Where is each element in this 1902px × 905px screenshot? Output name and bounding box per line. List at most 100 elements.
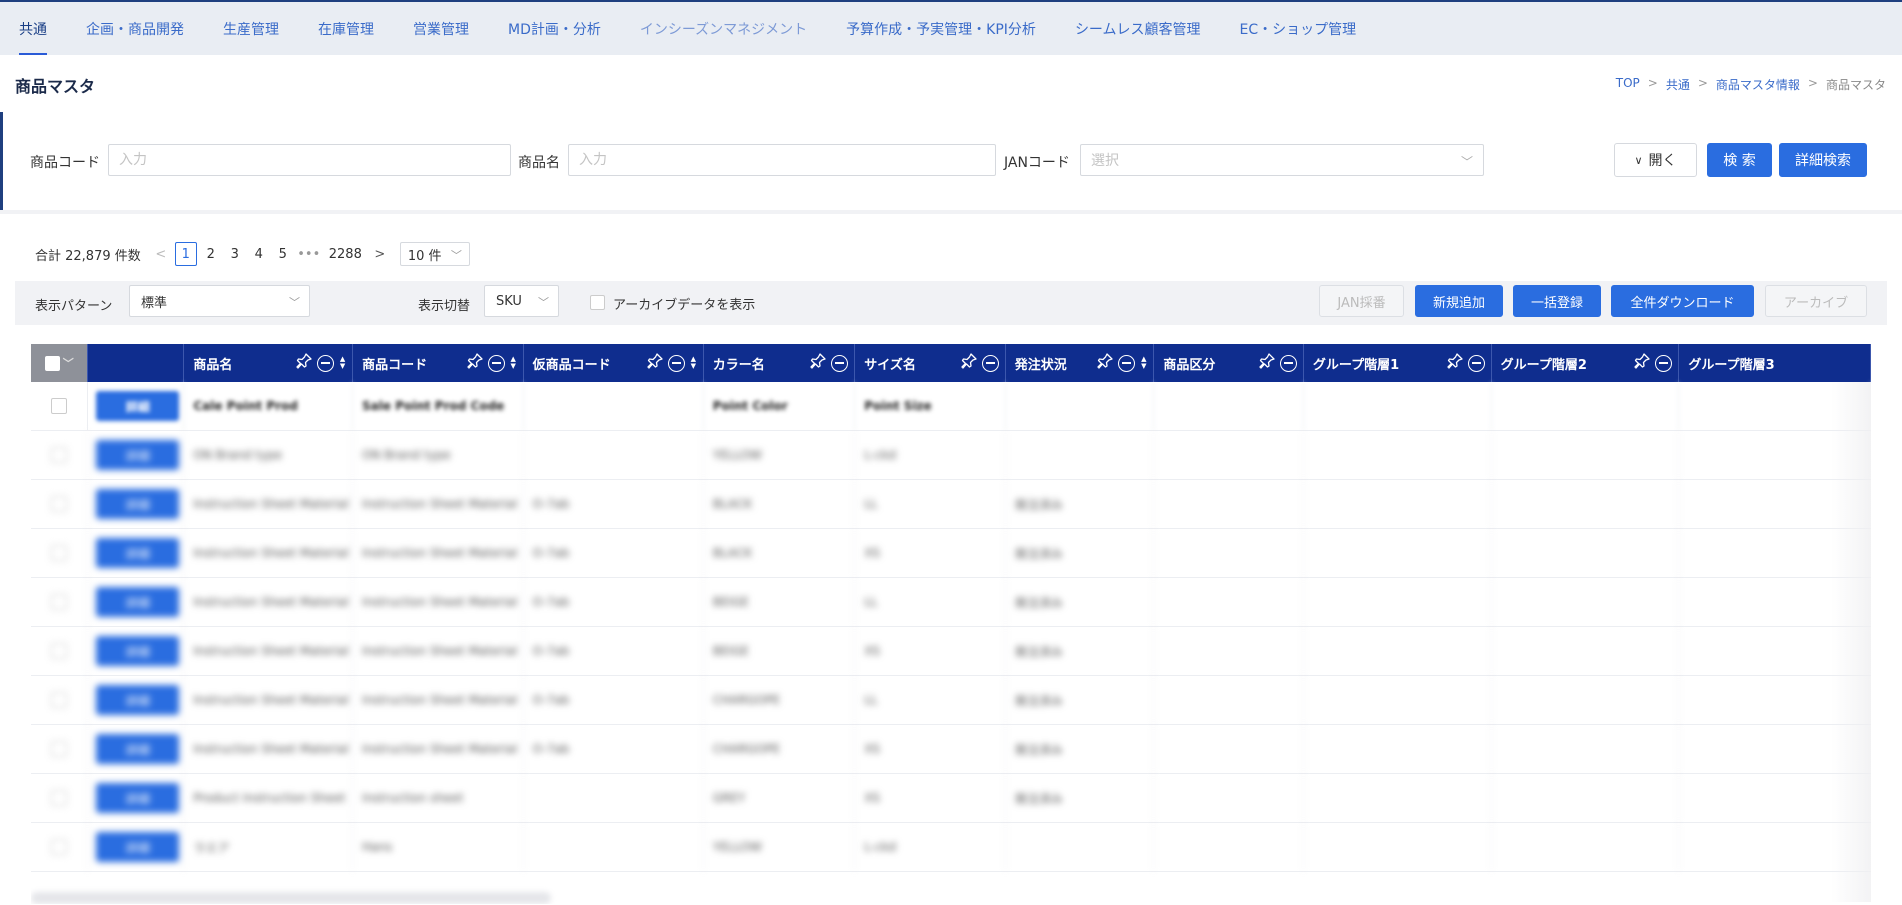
- page-5[interactable]: 5: [271, 242, 295, 266]
- row-checkbox[interactable]: [51, 643, 68, 659]
- column-header-2[interactable]: 仮商品コード ▲ ▼: [524, 344, 704, 382]
- nav-item-5[interactable]: MD計画・分析: [497, 2, 612, 55]
- table-row[interactable]: 詳細 Instruction Sheet Material Instruction …: [31, 529, 1871, 578]
- hide-column-icon[interactable]: [317, 354, 335, 372]
- nav-item-2[interactable]: 生産管理: [212, 2, 290, 55]
- table-row[interactable]: 詳細 ラエア Hans YELLOW L-ckd: [31, 823, 1871, 872]
- table-row[interactable]: 詳細 Instruction Sheet Material Instruction …: [31, 676, 1871, 725]
- nav-item-9[interactable]: EC・ショップ管理: [1229, 2, 1368, 55]
- row-checkbox[interactable]: [51, 398, 68, 414]
- download-all-button[interactable]: 全件ダウンロード: [1611, 285, 1754, 317]
- hide-column-icon[interactable]: [1655, 354, 1673, 372]
- page-4[interactable]: 4: [247, 242, 271, 266]
- new-add-button[interactable]: 新規追加: [1415, 285, 1503, 317]
- sort-icon[interactable]: ▲ ▼: [1140, 356, 1147, 370]
- pin-icon[interactable]: [647, 353, 663, 373]
- hide-column-icon[interactable]: [487, 354, 505, 372]
- row-checkbox[interactable]: [51, 790, 68, 806]
- table-row[interactable]: 詳細 Cale Point Prod Sale Point Prod Code Poi…: [31, 382, 1871, 431]
- product-name-input[interactable]: [568, 144, 996, 176]
- sort-icon[interactable]: ▲ ▼: [690, 356, 697, 370]
- nav-item-4[interactable]: 営業管理: [402, 2, 480, 55]
- search-button[interactable]: 検 索: [1707, 143, 1772, 177]
- hide-column-icon[interactable]: [667, 354, 685, 372]
- pin-icon[interactable]: [1259, 353, 1275, 373]
- row-detail-button[interactable]: 詳細: [96, 440, 180, 470]
- table-row[interactable]: 詳細 Instruction Sheet Material Instruction …: [31, 480, 1871, 529]
- row-checkbox[interactable]: [51, 839, 68, 855]
- row-detail-button[interactable]: 詳細: [96, 587, 180, 617]
- row-checkbox[interactable]: [51, 594, 68, 610]
- hide-column-icon[interactable]: [1118, 354, 1136, 372]
- nav-item-7[interactable]: 予算作成・予実管理・KPI分析: [835, 2, 1047, 55]
- pin-icon[interactable]: [961, 353, 977, 373]
- page-ellipsis[interactable]: •••: [295, 247, 323, 262]
- table-row[interactable]: 詳細 ON Brand type ON Brand type YELLOW L-ckd: [31, 431, 1871, 480]
- row-detail-button[interactable]: 詳細: [96, 685, 180, 715]
- page-3[interactable]: 3: [223, 242, 247, 266]
- row-checkbox[interactable]: [51, 692, 68, 708]
- hide-column-icon[interactable]: [1467, 354, 1485, 372]
- column-header-3[interactable]: カラー名: [704, 344, 856, 382]
- page-last[interactable]: 2288: [323, 247, 368, 262]
- row-checkbox[interactable]: [51, 741, 68, 757]
- horizontal-scrollbar[interactable]: [31, 892, 551, 904]
- archive-button[interactable]: アーカイブ: [1765, 285, 1867, 317]
- column-header-5[interactable]: 発注状況 ▲ ▼: [1006, 344, 1155, 382]
- row-detail-button[interactable]: 詳細: [96, 538, 180, 568]
- product-code-input[interactable]: [108, 144, 511, 176]
- row-detail-button[interactable]: 詳細: [96, 636, 180, 666]
- chevron-down-icon[interactable]: ﹀: [63, 355, 74, 371]
- table-row[interactable]: 詳細 Instruction Sheet Material Instruction …: [31, 627, 1871, 676]
- row-detail-button[interactable]: 詳細: [96, 489, 180, 519]
- nav-item-3[interactable]: 在庫管理: [307, 2, 385, 55]
- table-row[interactable]: 詳細 Instruction Sheet Material Instruction …: [31, 725, 1871, 774]
- display-switch-select[interactable]: SKU ﹀: [484, 285, 559, 317]
- row-checkbox[interactable]: [51, 545, 68, 561]
- breadcrumb-common[interactable]: 共通: [1666, 76, 1690, 93]
- nav-item-6[interactable]: インシーズンマネジメント: [629, 2, 818, 55]
- row-checkbox[interactable]: [51, 447, 68, 463]
- pin-icon[interactable]: [1634, 353, 1651, 373]
- row-detail-button[interactable]: 詳細: [96, 783, 180, 813]
- column-header-4[interactable]: サイズ名: [855, 344, 1006, 382]
- pin-icon[interactable]: [1446, 353, 1463, 373]
- detail-search-button[interactable]: 詳細検索: [1779, 143, 1867, 177]
- row-detail-button[interactable]: 詳細: [96, 734, 180, 764]
- pin-icon[interactable]: [1097, 353, 1113, 373]
- select-all-header[interactable]: ﹀: [31, 344, 89, 382]
- open-button[interactable]: ∨ 開く: [1614, 143, 1697, 177]
- page-size-select[interactable]: 10 件 ﹀: [399, 242, 470, 266]
- row-checkbox[interactable]: [51, 496, 68, 512]
- column-header-1[interactable]: 商品コード ▲ ▼: [353, 344, 524, 382]
- jan-number-button[interactable]: JAN採番: [1319, 285, 1404, 317]
- table-row[interactable]: 詳細 Product Instruction Sheet Instruction s…: [31, 774, 1871, 823]
- hide-column-icon[interactable]: [1279, 354, 1297, 372]
- column-header-7[interactable]: グループ階層1: [1304, 344, 1492, 382]
- pin-icon[interactable]: [296, 353, 312, 373]
- archive-checkbox[interactable]: [590, 295, 605, 310]
- sort-icon[interactable]: ▲ ▼: [339, 356, 346, 370]
- display-pattern-select[interactable]: 標準 ﹀: [129, 285, 310, 317]
- row-detail-button[interactable]: 詳細: [96, 832, 180, 862]
- nav-item-0[interactable]: 共通: [8, 2, 58, 55]
- column-header-9[interactable]: グループ階層3: [1679, 344, 1871, 382]
- hide-column-icon[interactable]: [981, 354, 999, 372]
- nav-item-1[interactable]: 企画・商品開発: [75, 2, 195, 55]
- column-header-6[interactable]: 商品区分: [1154, 344, 1304, 382]
- sort-icon[interactable]: ▲ ▼: [510, 356, 517, 370]
- breadcrumb-product-master-info[interactable]: 商品マスタ情報: [1716, 76, 1800, 93]
- nav-item-8[interactable]: シームレス顧客管理: [1064, 2, 1212, 55]
- next-page-icon[interactable]: >: [372, 247, 388, 262]
- page-2[interactable]: 2: [199, 242, 223, 266]
- pin-icon[interactable]: [810, 353, 826, 373]
- bulk-register-button[interactable]: 一括登録: [1513, 285, 1601, 317]
- column-header-0[interactable]: 商品名 ▲ ▼: [184, 344, 354, 382]
- select-all-checkbox[interactable]: [44, 355, 60, 371]
- row-detail-button[interactable]: 詳細: [96, 391, 180, 421]
- prev-page-icon[interactable]: <: [153, 247, 169, 262]
- pin-icon[interactable]: [466, 353, 483, 373]
- page-1[interactable]: 1: [174, 242, 197, 266]
- jan-code-select[interactable]: 選択 ﹀: [1080, 144, 1484, 176]
- hide-column-icon[interactable]: [831, 354, 849, 372]
